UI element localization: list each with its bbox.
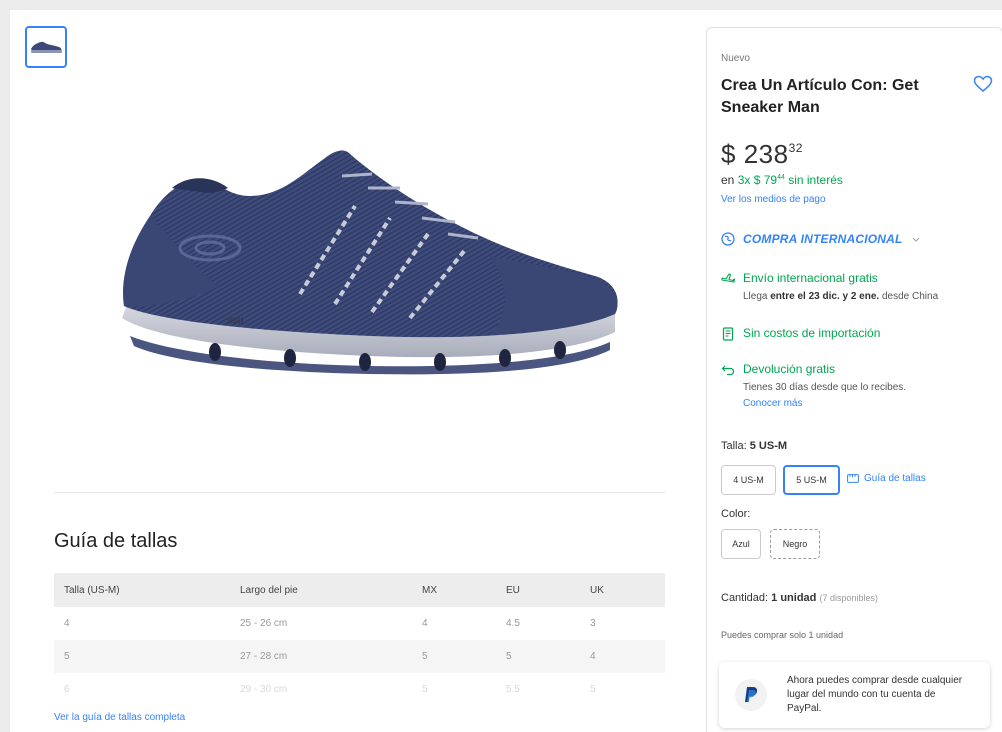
table-cell: 6: [64, 684, 70, 695]
size-option-4[interactable]: 4 US-M: [721, 465, 776, 495]
payment-methods-link[interactable]: Ver los medios de pago: [721, 194, 826, 205]
table-cell: 27 - 28 cm: [230, 640, 412, 673]
table-cell: 5: [54, 640, 230, 673]
table-cell: 5.5: [506, 684, 520, 695]
table-cell: 5: [412, 640, 496, 673]
svg-text:||||||||||: ||||||||||: [228, 318, 244, 324]
color-label: Color:: [721, 508, 751, 520]
airplane-icon: [721, 273, 735, 283]
column-header: Talla (US-M): [54, 573, 230, 607]
installments-suffix: sin interés: [784, 173, 843, 187]
paypal-icon: [745, 687, 758, 702]
price: $ 23832: [721, 139, 803, 170]
quantity-available: (7 disponibles): [819, 593, 878, 603]
table-row: 6 29 - 30 cm 5 5.5 5: [54, 673, 665, 706]
paypal-text: Ahora puedes comprar desde cualquier lug…: [787, 675, 963, 714]
return-benefit: Devolución gratis Tienes 30 días desde q…: [721, 362, 906, 409]
installments-prefix: en: [721, 173, 738, 187]
ruler-icon: [847, 474, 859, 483]
globe-icon: [721, 232, 735, 246]
shipping-origin: desde China: [879, 291, 939, 302]
column-header: MX: [412, 573, 496, 607]
shipping-dates: entre el 23 dic. y 2 ene.: [770, 291, 880, 302]
table-cell: 4: [64, 618, 70, 629]
import-benefit: Sin costos de importación: [721, 326, 880, 341]
gallery-divider: [54, 492, 665, 493]
paypal-logo: [735, 679, 767, 711]
installments-amount: 3x $ 7944 sin interés: [738, 173, 843, 187]
international-purchase[interactable]: COMPRA INTERNACIONAL: [721, 232, 921, 246]
product-title: Crea Un Artículo Con: Get Sneaker Man: [721, 77, 919, 116]
import-title: Sin costos de importación: [743, 326, 881, 340]
size-guide-title: Guía de tallas: [54, 530, 178, 552]
international-label: COMPRA INTERNACIONAL: [743, 232, 903, 246]
shipping-detail: Llega entre el 23 dic. y 2 ene. desde Ch…: [743, 290, 938, 304]
shipping-benefit: Envío internacional gratis Llega entre e…: [721, 271, 938, 304]
color-option-negro[interactable]: Negro: [770, 529, 820, 559]
installments-main: 3x $ 79: [737, 173, 778, 187]
column-header: EU: [496, 573, 580, 607]
size-guide-link[interactable]: Guía de tallas: [847, 473, 926, 484]
table-cell: 5: [422, 684, 428, 695]
quantity-selector[interactable]: Cantidad: 1 unidad (7 disponibles): [721, 592, 878, 604]
sneaker-thumbnail-icon: [31, 41, 62, 53]
price-currency: $: [721, 139, 736, 169]
return-detail: Tienes 30 días desde que lo recibes.: [743, 382, 907, 393]
price-whole: 238: [743, 139, 789, 169]
column-header: Largo del pie: [230, 573, 412, 607]
sneaker-photo-icon: ||||||||||: [122, 150, 618, 375]
main-product-image[interactable]: ||||||||||: [110, 136, 630, 386]
paypal-banner: Ahora puedes comprar desde cualquier lug…: [719, 662, 990, 728]
learn-more-link[interactable]: Conocer más: [743, 398, 906, 409]
color-option-azul[interactable]: Azul: [721, 529, 761, 559]
shipping-pre: Llega: [743, 291, 771, 302]
table-cell: 3: [590, 618, 596, 629]
buy-box: Nuevo Crea Un Artículo Con: Get Sneaker …: [706, 27, 1002, 732]
heart-icon[interactable]: [973, 74, 993, 94]
size-guide-link-label: Guía de tallas: [864, 473, 926, 484]
return-arrow-icon: [721, 365, 735, 376]
table-cell: 4: [580, 640, 665, 673]
table-cell: 29 - 30 cm: [240, 684, 288, 695]
page: |||||||||| Guía de tallas Talla (US-M) L…: [10, 10, 1002, 732]
shipping-title: Envío internacional gratis: [743, 271, 878, 285]
table-row: 4 25 - 26 cm 4 4.5 3: [54, 607, 665, 640]
price-cents: 32: [788, 141, 803, 155]
size-label-text: Talla:: [721, 440, 750, 452]
size-selected-value: 5 US-M: [749, 440, 788, 452]
table-row: 5 27 - 28 cm 5 5 4: [54, 640, 665, 673]
return-title: Devolución gratis: [743, 362, 836, 376]
full-size-guide-link[interactable]: Ver la guía de tallas completa: [54, 712, 185, 723]
installments-cents: 44: [777, 174, 785, 181]
quantity-value: 1 unidad: [771, 592, 817, 604]
size-option-5[interactable]: 5 US-M: [783, 465, 840, 495]
table-cell: 5: [590, 684, 596, 695]
table-cell: 5: [496, 640, 580, 673]
size-label: Talla: 5 US-M: [721, 440, 787, 452]
table-cell: 4: [422, 618, 428, 629]
receipt-icon: [722, 327, 734, 341]
installments: en 3x $ 7944 sin interés: [721, 173, 843, 187]
chevron-down-icon: [912, 237, 919, 242]
table-cell: 4.5: [506, 618, 520, 629]
column-header: UK: [580, 573, 665, 607]
gallery-thumbnail[interactable]: [25, 26, 67, 68]
item-condition: Nuevo: [721, 53, 750, 64]
table-header-row: Talla (US-M) Largo del pie MX EU UK: [54, 573, 665, 607]
size-guide-table: Talla (US-M) Largo del pie MX EU UK 4 25…: [54, 573, 665, 706]
quantity-label: Cantidad:: [721, 592, 772, 604]
table-cell: 25 - 26 cm: [240, 618, 288, 629]
purchase-limit-note: Puedes comprar solo 1 unidad: [721, 630, 844, 640]
